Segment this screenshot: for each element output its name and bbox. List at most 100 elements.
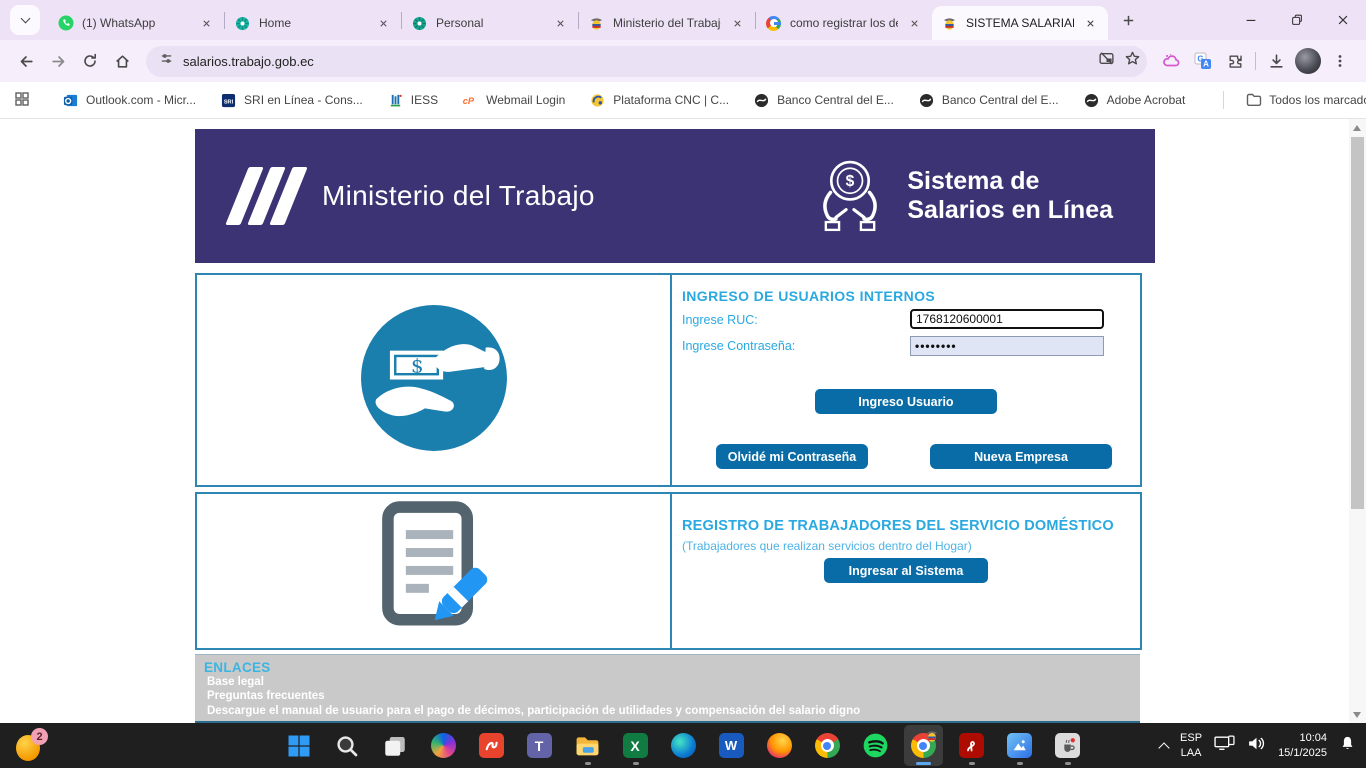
close-window-button[interactable] [1320, 0, 1366, 40]
scroll-down-arrow-icon[interactable] [1353, 712, 1361, 718]
login-illustration-cell: $ [197, 275, 670, 485]
window-controls [1228, 0, 1366, 40]
bookmark-star-icon[interactable] [1124, 50, 1141, 72]
profile-avatar[interactable] [1292, 45, 1324, 77]
link-base-legal[interactable]: Base legal [207, 675, 1131, 689]
tab-title: SISTEMA SALARIAL M [966, 16, 1074, 30]
photos-button[interactable] [1000, 725, 1039, 766]
bookmark-banco-central-1[interactable]: Banco Central del E... [753, 92, 894, 109]
picture-in-picture-icon[interactable] [1098, 50, 1115, 72]
weather-extension-icon[interactable] [1155, 45, 1187, 77]
notification-bell-icon[interactable] [1339, 735, 1356, 757]
back-button[interactable] [10, 45, 42, 77]
login-button[interactable]: Ingreso Usuario [815, 389, 997, 414]
tab-close-icon[interactable] [198, 15, 215, 32]
tab-title: Home [259, 16, 367, 30]
tray-chevron-up-icon[interactable] [1158, 742, 1169, 753]
reload-button[interactable] [74, 45, 106, 77]
home-button[interactable] [106, 45, 138, 77]
bookmark-label: SRI en Línea - Cons... [244, 93, 363, 107]
menu-kebab-icon[interactable] [1324, 45, 1356, 77]
site-settings-icon[interactable] [159, 51, 174, 71]
link-manual-usuario[interactable]: Descargue el manual de usuario para el p… [207, 704, 1131, 718]
restore-button[interactable] [1274, 0, 1320, 40]
tab-home[interactable]: Home [225, 6, 401, 40]
page-scrollbar[interactable] [1349, 119, 1366, 724]
tab-close-icon[interactable] [906, 15, 923, 32]
link-preguntas-frecuentes[interactable]: Preguntas frecuentes [207, 689, 1131, 703]
pdf-app-button[interactable] [472, 725, 511, 766]
tab-close-icon[interactable] [1082, 15, 1099, 32]
web-page: Ministerio del Trabajo $ Sistema deSalar… [0, 118, 1366, 723]
cast-display-icon[interactable] [1214, 735, 1235, 757]
links-section: ENLACES Base legal Preguntas frecuentes … [195, 654, 1140, 725]
forgot-password-button[interactable]: Olvidé mi Contraseña [716, 444, 868, 469]
bookmark-cnc[interactable]: Plataforma CNC | C... [589, 92, 729, 109]
bookmark-label: Adobe Acrobat [1107, 93, 1186, 107]
java-installer-button[interactable] [1048, 725, 1087, 766]
language-indicator[interactable]: ESPLAA [1180, 731, 1202, 760]
all-bookmarks-button[interactable]: Todos los marcadores [1209, 91, 1366, 109]
password-input[interactable] [910, 336, 1104, 356]
downloads-icon[interactable] [1260, 45, 1292, 77]
acrobat-button[interactable] [952, 725, 991, 766]
minimize-button[interactable] [1228, 0, 1274, 40]
ecuador-crest-icon [925, 729, 939, 743]
task-view-button[interactable] [376, 725, 415, 766]
clock[interactable]: 10:0415/1/2025 [1278, 731, 1327, 761]
bookmark-label: Banco Central del E... [777, 93, 894, 107]
chrome-button[interactable] [808, 725, 847, 766]
teams-button[interactable]: T [520, 725, 559, 766]
bookmark-label: Plataforma CNC | C... [613, 93, 729, 107]
tab-title: Personal [436, 16, 544, 30]
pdf-app-icon [479, 733, 504, 758]
extensions-puzzle-icon[interactable] [1219, 45, 1251, 77]
new-company-button[interactable]: Nueva Empresa [930, 444, 1112, 469]
ruc-input[interactable] [910, 309, 1104, 329]
tab-close-icon[interactable] [552, 15, 569, 32]
ministerio-title: Ministerio del Trabajo [322, 180, 595, 212]
bookmark-iess[interactable]: IESS [387, 92, 438, 109]
forward-button[interactable] [42, 45, 74, 77]
bookmark-adobe-acrobat[interactable]: Adobe Acrobat [1083, 92, 1186, 109]
tab-google-search[interactable]: como registrar los de [756, 6, 932, 40]
teams-icon: T [527, 733, 552, 758]
tab-close-icon[interactable] [729, 15, 746, 32]
tab-search-button[interactable] [10, 5, 40, 35]
tab-sistema-salarial[interactable]: SISTEMA SALARIAL M [932, 6, 1108, 40]
widgets-button[interactable]: 2 [16, 731, 46, 761]
bookmark-sri[interactable]: SRI SRI en Línea - Cons... [220, 92, 363, 109]
cpanel-icon: cP [462, 92, 479, 109]
tab-strip: (1) WhatsApp Home Personal Ministerio de… [0, 0, 1366, 40]
tab-whatsapp[interactable]: (1) WhatsApp [48, 6, 224, 40]
widget-badge: 2 [31, 728, 48, 745]
spotify-button[interactable] [856, 725, 895, 766]
hands-coin-icon: $ [807, 155, 893, 238]
tab-ministerio[interactable]: Ministerio del Trabajo [579, 6, 755, 40]
bookmark-banco-central-2[interactable]: Banco Central del E... [918, 92, 1059, 109]
new-tab-button[interactable] [1114, 6, 1142, 34]
translate-icon[interactable]: GA [1187, 45, 1219, 77]
bookmark-label: Banco Central del E... [942, 93, 1059, 107]
scroll-up-arrow-icon[interactable] [1353, 125, 1361, 131]
search-button[interactable] [328, 725, 367, 766]
chrome-window: (1) WhatsApp Home Personal Ministerio de… [0, 0, 1366, 768]
word-button[interactable]: W [712, 725, 751, 766]
chrome-active-window-button[interactable] [904, 725, 943, 766]
enter-system-button[interactable]: Ingresar al Sistema [824, 558, 988, 583]
firefox-button[interactable] [760, 725, 799, 766]
tab-close-icon[interactable] [375, 15, 392, 32]
excel-button[interactable]: X [616, 725, 655, 766]
address-bar[interactable]: salarios.trabajo.gob.ec [146, 46, 1147, 77]
tab-personal[interactable]: Personal [402, 6, 578, 40]
file-explorer-button[interactable] [568, 725, 607, 766]
scrollbar-thumb[interactable] [1351, 137, 1364, 509]
edge-button[interactable] [664, 725, 703, 766]
apps-grid-icon[interactable] [14, 91, 30, 110]
copilot-button[interactable] [424, 725, 463, 766]
bookmark-webmail[interactable]: cP Webmail Login [462, 92, 565, 109]
start-button[interactable] [280, 725, 319, 766]
url-text[interactable]: salarios.trabajo.gob.ec [183, 54, 1089, 69]
bookmark-outlook[interactable]: Outlook.com - Micr... [62, 92, 196, 109]
volume-icon[interactable] [1247, 735, 1266, 757]
